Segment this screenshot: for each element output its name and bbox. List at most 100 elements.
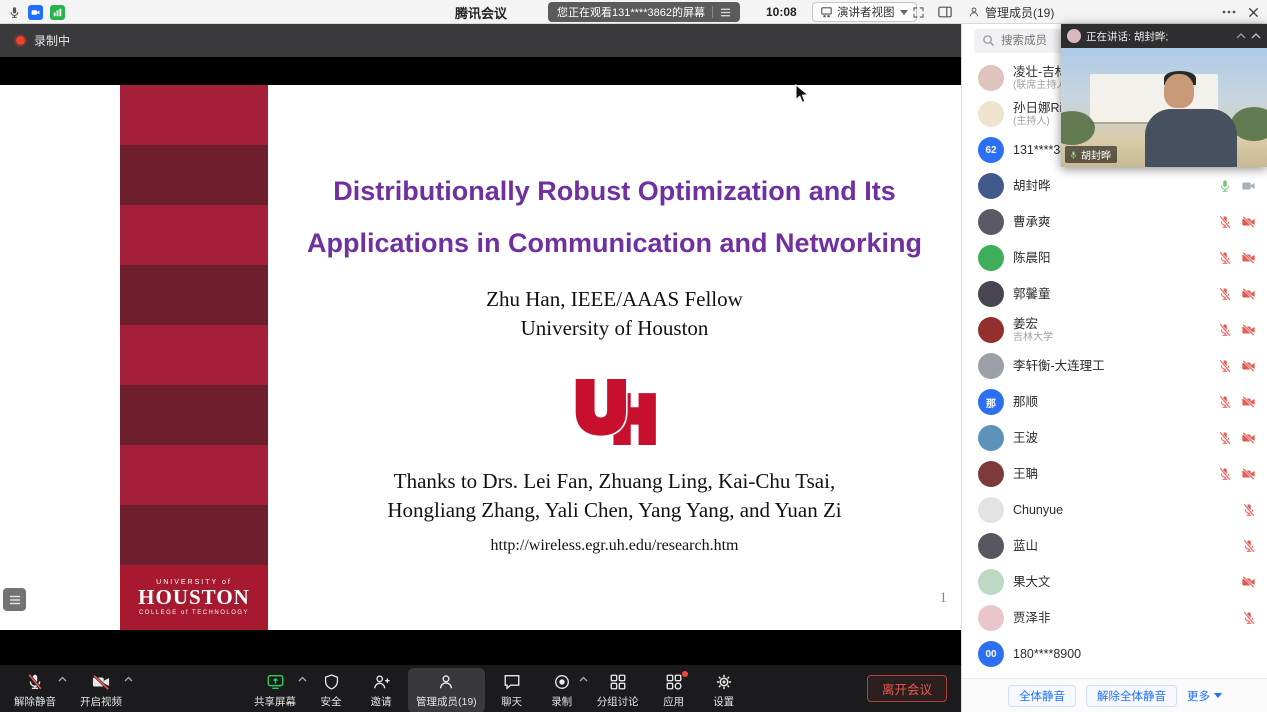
invite-button[interactable]: 邀请 (358, 668, 404, 712)
member-row[interactable]: 蓝山 (962, 528, 1267, 564)
uh-wordmark-line2: HOUSTON (138, 586, 250, 608)
mic-muted-icon[interactable] (1218, 359, 1232, 373)
mic-muted-icon[interactable] (1218, 467, 1232, 481)
member-row[interactable]: 姜宏 吉林大学 (962, 312, 1267, 348)
member-row[interactable]: 胡封晔 (962, 168, 1267, 204)
notification-badge (682, 671, 688, 677)
member-row[interactable]: 曹承爽 (962, 204, 1267, 240)
chat-bubble-icon (503, 672, 521, 691)
mic-muted-icon[interactable] (1242, 611, 1256, 625)
manage-members-label: 管理成员(19) (416, 694, 477, 709)
recording-bar: 录制中 (0, 24, 961, 57)
panel-more-button[interactable] (1222, 0, 1236, 24)
collapse-icon[interactable] (1236, 32, 1246, 40)
member-name: 胡封晔 (1013, 179, 1218, 194)
member-row[interactable]: 果大文 (962, 564, 1267, 600)
member-row[interactable]: 陈晨阳 (962, 240, 1267, 276)
member-row[interactable]: 00 180****8900 (962, 636, 1267, 672)
camera-on-icon[interactable] (1241, 179, 1256, 193)
member-avatar (978, 425, 1004, 451)
member-row[interactable]: 王波 (962, 420, 1267, 456)
member-avatar (978, 461, 1004, 487)
breakout-rooms-button[interactable]: 分组讨论 (589, 668, 647, 712)
member-row[interactable]: 李轩衡-大连理工 (962, 348, 1267, 384)
more-button[interactable]: 更多 (1187, 688, 1222, 704)
mic-muted-icon[interactable] (1242, 503, 1256, 517)
speaker-video-title: 正在讲话: 胡封晔; (1086, 29, 1231, 44)
record-button[interactable]: 录制 (539, 668, 585, 712)
mic-muted-icon[interactable] (1218, 287, 1232, 301)
member-name: 李轩衡-大连理工 (1013, 359, 1218, 374)
camera-off-icon[interactable] (1241, 575, 1256, 589)
mic-muted-icon[interactable] (1218, 251, 1232, 265)
settings-button[interactable]: 设置 (701, 668, 747, 712)
shared-screen-stage: UNIVERSITY of HOUSTON COLLEGE of TECHNOL… (0, 57, 961, 665)
share-screen-button[interactable]: 共享屏幕 (246, 668, 304, 712)
camera-off-icon[interactable] (1241, 431, 1256, 445)
stripe (120, 325, 268, 385)
member-panel-header: 管理成员(19) (968, 0, 1054, 24)
share-screen-icon (266, 672, 285, 691)
bottom-toolbar: 解除静音 开启视频 共享屏幕 安全 (0, 665, 961, 712)
speaker-silhouette (1164, 74, 1194, 108)
mute-all-button[interactable]: 全体静音 (1008, 685, 1076, 707)
unmute-all-button[interactable]: 解除全体静音 (1086, 685, 1177, 707)
mic-muted-icon[interactable] (1218, 215, 1232, 229)
avatar-initials: 00 (985, 649, 996, 660)
record-label: 录制 (551, 694, 572, 709)
thumbnail-panel-toggle-button[interactable] (3, 588, 26, 611)
member-row[interactable]: 贾泽非 (962, 600, 1267, 636)
stripe (120, 85, 268, 145)
apps-button[interactable]: 应用 (651, 668, 697, 712)
member-name: 180****8900 (1013, 647, 1256, 662)
member-name: 贾泽非 (1013, 611, 1242, 626)
slide-affiliation: University of Houston (268, 314, 961, 343)
speaker-view-icon (821, 7, 832, 18)
chat-button[interactable]: 聊天 (489, 668, 535, 712)
menubar-mic-icon[interactable] (8, 0, 21, 24)
fullscreen-button[interactable] (912, 0, 925, 24)
recording-label: 录制中 (34, 32, 70, 49)
banner-menu-icon[interactable] (720, 7, 731, 18)
stripe (120, 145, 268, 205)
camera-off-icon[interactable] (1241, 215, 1256, 229)
unmute-button[interactable]: 解除静音 (6, 668, 64, 712)
slide-title-line1: Distributionally Robust Optimization and… (268, 165, 961, 217)
sidebar-toggle-button[interactable] (938, 0, 952, 24)
security-button[interactable]: 安全 (308, 668, 354, 712)
member-name: 蓝山 (1013, 539, 1242, 554)
chevron-up-icon[interactable] (298, 676, 307, 682)
chevron-up-icon[interactable] (579, 676, 588, 682)
leave-meeting-button[interactable]: 离开会议 (867, 675, 947, 702)
more-label: 更多 (1187, 688, 1210, 704)
mic-muted-icon[interactable] (1218, 323, 1232, 337)
speaker-video-window[interactable]: 正在讲话: 胡封晔; 胡封晔 (1061, 24, 1267, 167)
camera-off-icon[interactable] (1241, 251, 1256, 265)
member-avatar (978, 245, 1004, 271)
popout-icon[interactable] (1251, 32, 1261, 40)
mic-muted-icon[interactable] (1218, 431, 1232, 445)
mic-muted-icon (26, 672, 44, 691)
mic-on-icon[interactable] (1218, 179, 1232, 193)
chevron-up-icon[interactable] (58, 676, 67, 682)
camera-off-icon[interactable] (1241, 323, 1256, 337)
toolbar-left-group: 解除静音 开启视频 (6, 668, 130, 712)
camera-off-icon[interactable] (1241, 395, 1256, 409)
mic-muted-icon[interactable] (1218, 395, 1232, 409)
panel-close-button[interactable] (1248, 0, 1259, 24)
camera-off-icon[interactable] (1241, 287, 1256, 301)
stats-app-icon[interactable] (50, 0, 65, 24)
camera-off-icon[interactable] (1241, 359, 1256, 373)
mic-muted-icon[interactable] (1242, 539, 1256, 553)
camera-off-icon[interactable] (1241, 467, 1256, 481)
chevron-up-icon[interactable] (124, 676, 133, 682)
member-row[interactable]: 那 那顺 (962, 384, 1267, 420)
member-row[interactable]: 王聃 (962, 456, 1267, 492)
apps-label: 应用 (663, 694, 684, 709)
member-row[interactable]: 郭馨童 (962, 276, 1267, 312)
member-row[interactable]: Chunyue (962, 492, 1267, 528)
manage-members-button[interactable]: 管理成员(19) (408, 668, 485, 712)
view-mode-button[interactable]: 演讲者视图 (812, 2, 917, 22)
start-video-button[interactable]: 开启视频 (72, 668, 130, 712)
meeting-app-icon[interactable] (28, 0, 43, 24)
